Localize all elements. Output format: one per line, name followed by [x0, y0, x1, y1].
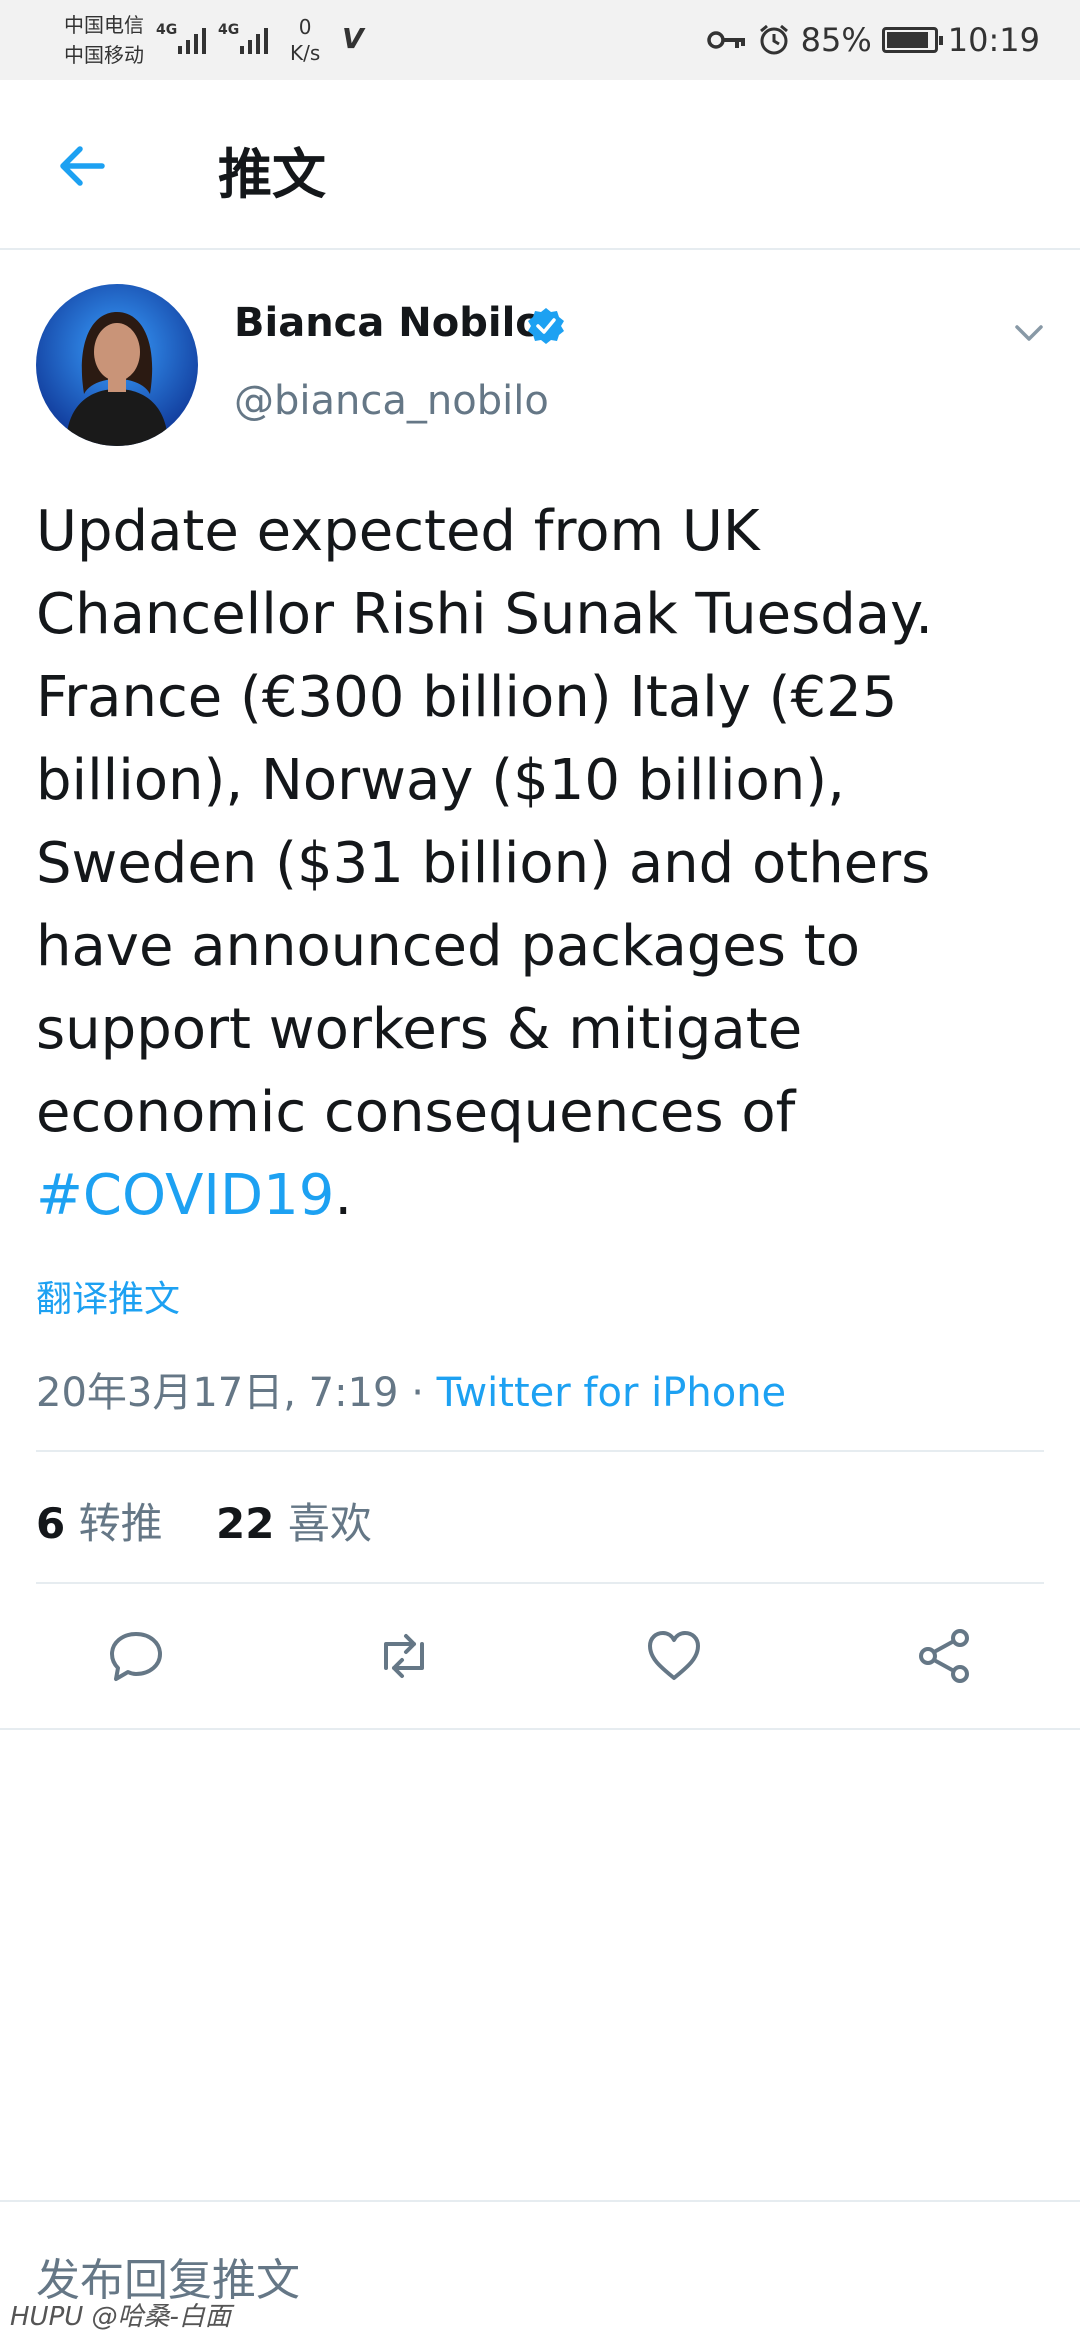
source-link[interactable]: Twitter for iPhone [437, 1370, 787, 1416]
carrier-2: 中国移动 [64, 43, 144, 67]
likes-label: 喜欢 [287, 1499, 372, 1548]
likes-stat[interactable]: 22 喜欢 [216, 1499, 372, 1548]
speed-value: 0 [298, 15, 312, 39]
retweet-button[interactable] [372, 1624, 436, 1688]
vpn-icon: V [342, 22, 364, 55]
author-name[interactable]: Bianca Nobilo [234, 300, 543, 346]
tweet-actions [0, 1584, 1080, 1730]
app-header: 推文 [0, 80, 1080, 250]
network-speed: 0 K/s [290, 14, 320, 66]
clock: 10:19 [947, 21, 1040, 59]
tweet-body: Update expected from UK Chancellor Rishi… [36, 499, 934, 1145]
status-right: 85% 10:19 [706, 18, 1040, 62]
like-icon [648, 1631, 700, 1680]
avatar[interactable] [36, 284, 198, 446]
tweet-meta: 20年3月17日, 7:19 · Twitter for iPhone [36, 1360, 786, 1418]
signal-icon [178, 28, 206, 54]
key-icon [706, 31, 745, 49]
share-icon [919, 1629, 969, 1683]
verified-badge-icon [528, 308, 564, 344]
likes-count: 22 [216, 1499, 275, 1548]
tweet-text: Update expected from UK Chancellor Rishi… [36, 490, 1046, 1237]
battery-percent: 85% [800, 21, 872, 59]
hashtag-link[interactable]: #COVID19 [36, 1163, 334, 1228]
translate-tweet-link[interactable]: 翻译推文 [36, 1270, 180, 1322]
share-button[interactable] [912, 1624, 976, 1688]
speed-unit: K/s [290, 41, 321, 65]
watermark: HUPU @哈桑-白面 [10, 2302, 231, 2332]
back-arrow-icon[interactable] [52, 136, 112, 196]
retweets-count: 6 [36, 1499, 66, 1548]
network-type-2: 4G [218, 22, 240, 38]
status-bar: 中国电信 中国移动 4G 4G 0 K/s V 85% 10:19 [0, 0, 1080, 80]
alarm-icon [759, 24, 788, 55]
signal-icon [240, 28, 268, 54]
reply-icon [110, 1632, 162, 1681]
network-type-1: 4G [156, 22, 178, 38]
retweets-stat[interactable]: 6 转推 [36, 1499, 163, 1548]
retweet-icon [384, 1634, 424, 1678]
tweet-text-end: . [334, 1163, 353, 1228]
page-title: 推文 [218, 143, 326, 206]
tweet-stats: 6 转推 22 喜欢 [36, 1490, 372, 1551]
carrier-1: 中国电信 [64, 13, 144, 37]
meta-separator: · [398, 1370, 437, 1416]
avatar-image [36, 284, 198, 446]
timestamp: 20年3月17日, 7:19 [36, 1370, 399, 1416]
chevron-down-icon[interactable] [1012, 316, 1046, 350]
reply-button[interactable] [104, 1624, 168, 1688]
author-handle[interactable]: @bianca_nobilo [234, 378, 549, 424]
retweets-label: 转推 [78, 1499, 163, 1548]
carrier-labels: 中国电信 中国移动 [64, 10, 144, 70]
like-button[interactable] [642, 1624, 706, 1688]
battery-icon [881, 27, 943, 53]
divider [36, 1450, 1044, 1452]
